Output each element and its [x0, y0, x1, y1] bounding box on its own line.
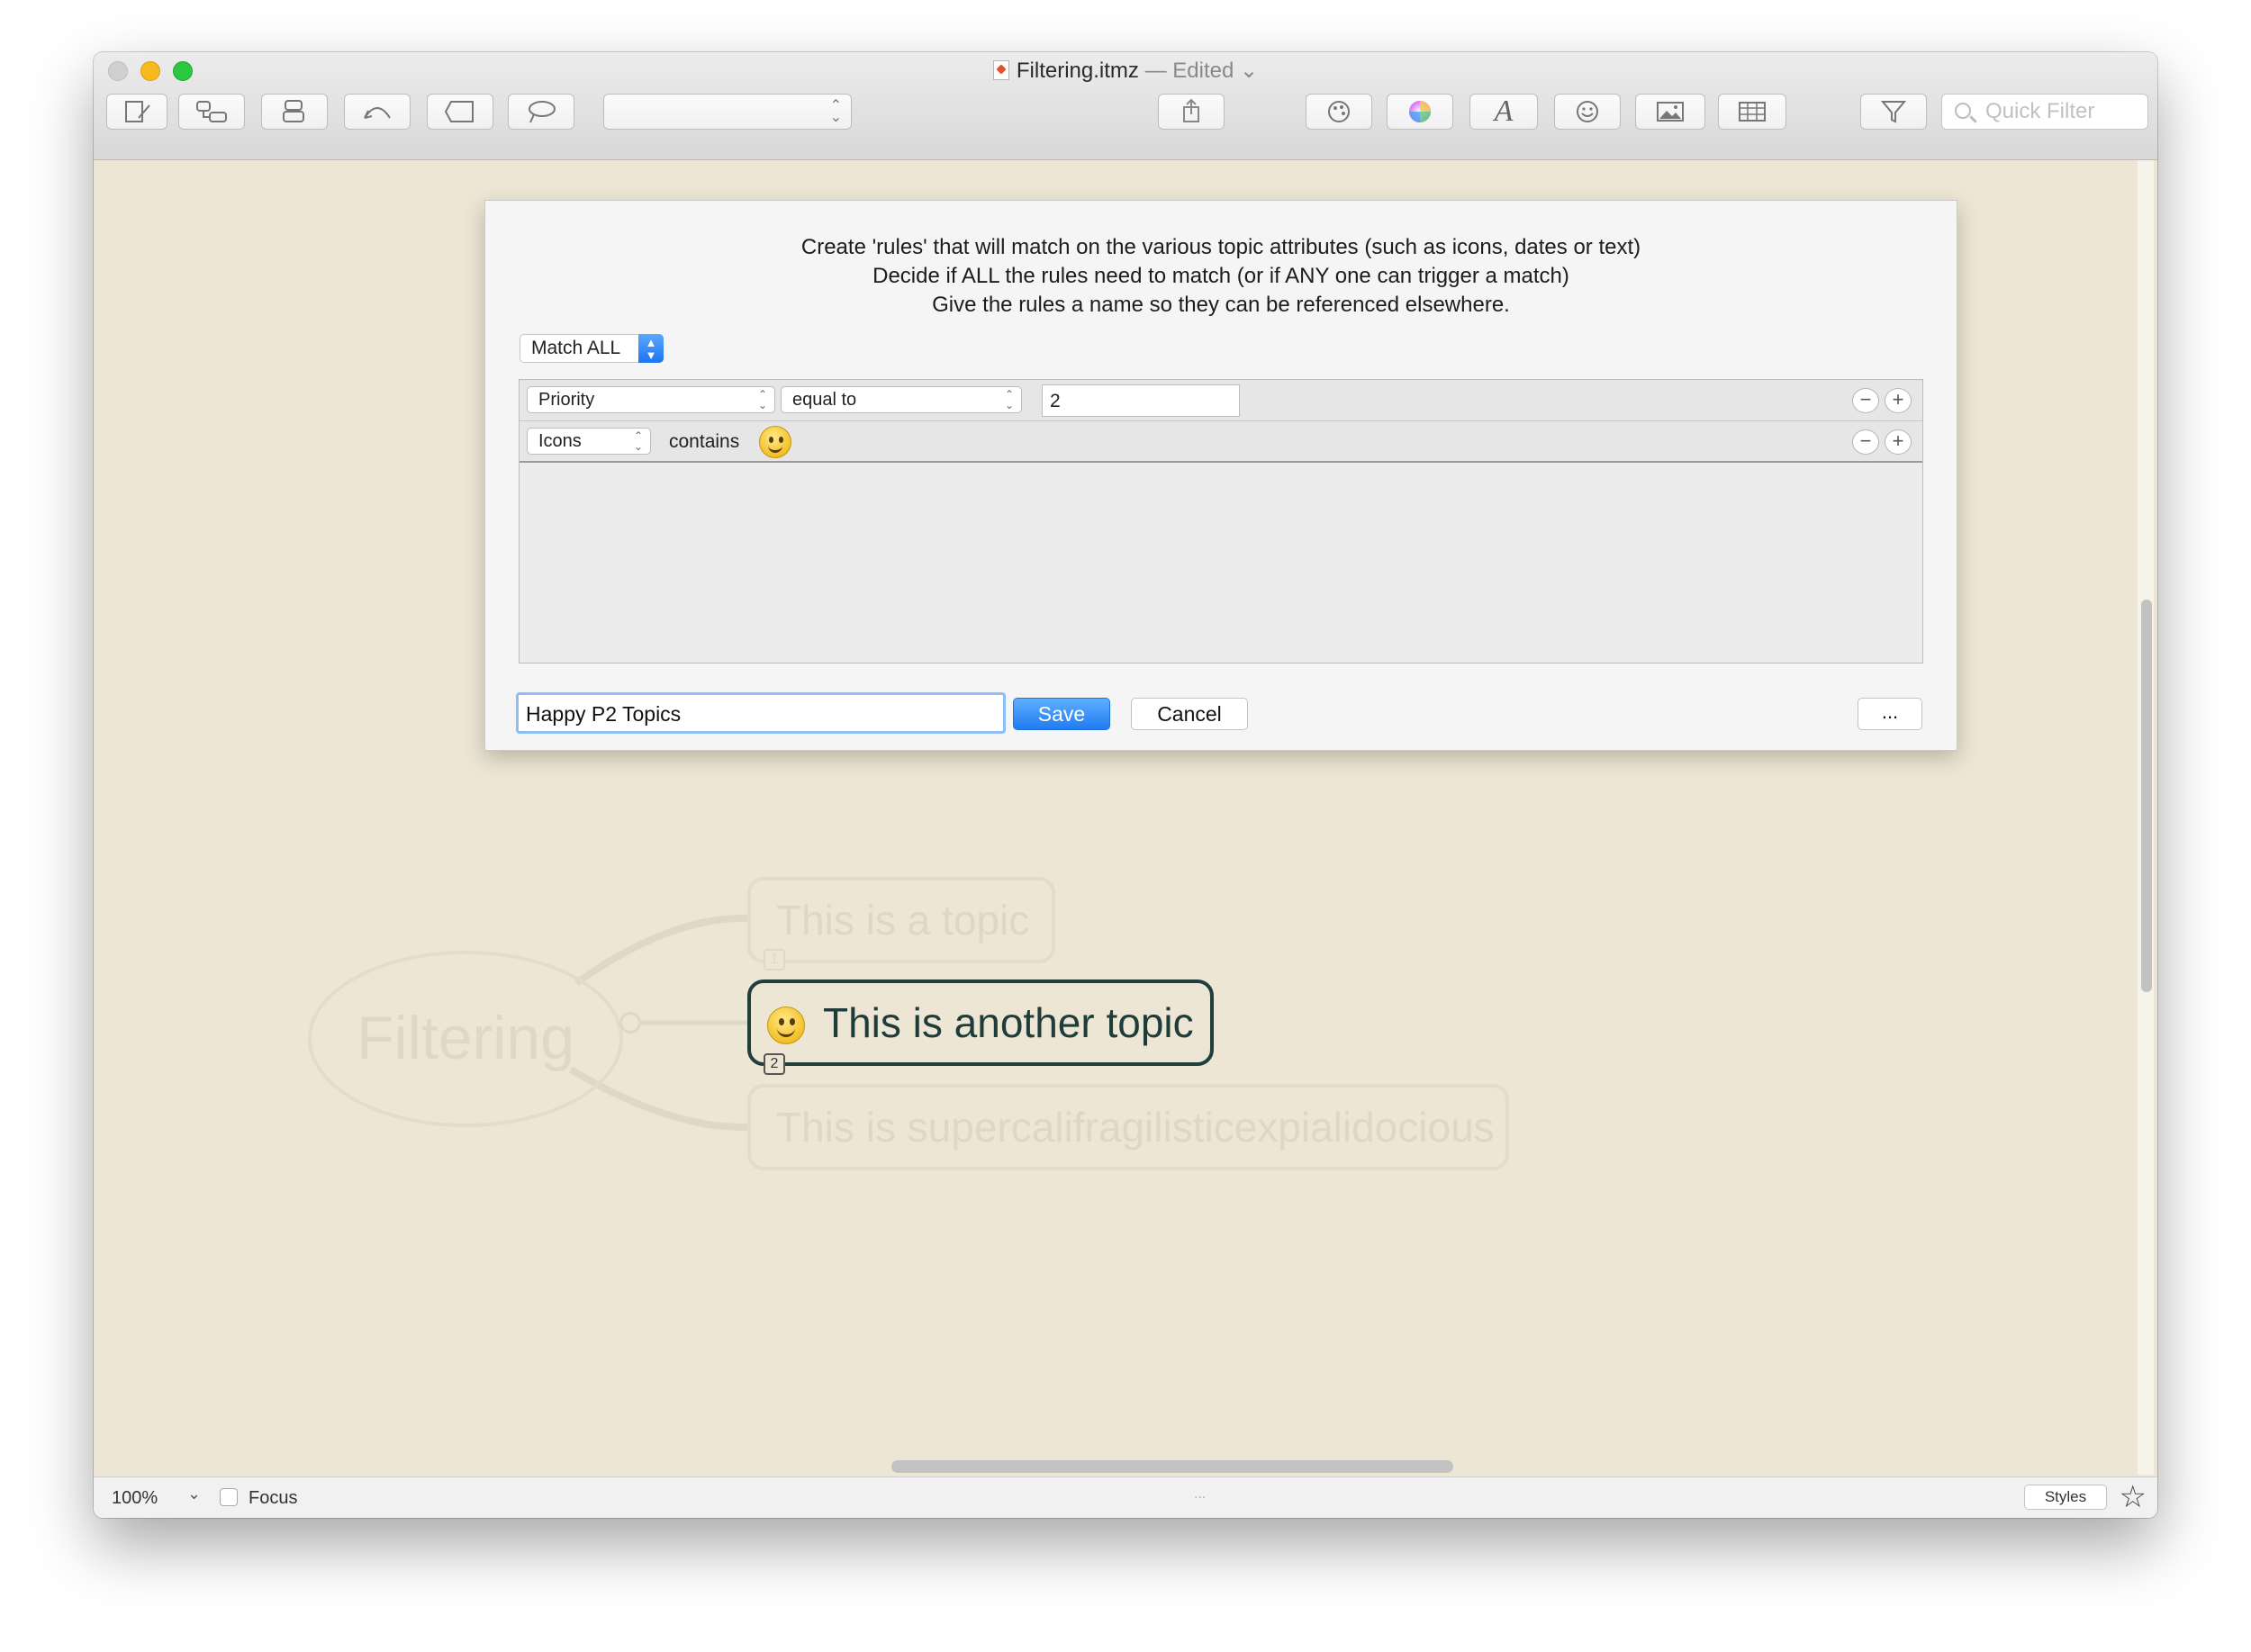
- stepper-arrows-icon: ▲ ▼: [638, 334, 664, 363]
- stepper-arrows-icon: ⌃ ⌄: [1004, 388, 1014, 411]
- topic-selected[interactable]: This is another topic: [747, 979, 1214, 1066]
- scroll-thumb[interactable]: [891, 1460, 1453, 1473]
- stepper-arrows-icon: ⌃ ⌄: [757, 388, 767, 411]
- filter-rules-sheet: Create 'rules' that will match on the va…: [484, 200, 1957, 751]
- topic[interactable]: This is supercalifragilisticexpialidocio…: [747, 1084, 1509, 1170]
- collapse-toggle[interactable]: [619, 1012, 641, 1034]
- status-bar: 100% ⌄ Focus ... Styles ☆: [94, 1476, 2157, 1518]
- rule-row: Icons ⌃ ⌄ contains − +: [520, 421, 1922, 463]
- attribute-select[interactable]: Icons ⌃ ⌄: [527, 428, 651, 455]
- vertical-scrollbar[interactable]: [2138, 160, 2154, 1475]
- rule-name-input[interactable]: Happy P2 Topics: [516, 692, 1006, 734]
- cancel-button[interactable]: Cancel: [1131, 698, 1248, 730]
- rule-value-input[interactable]: 2: [1042, 384, 1240, 417]
- rule-row: Priority ⌃ ⌄ equal to ⌃ ⌄ 2 − +: [520, 380, 1922, 421]
- remove-rule-button[interactable]: −: [1852, 388, 1879, 413]
- chevron-down-icon[interactable]: ⌄: [187, 1485, 201, 1503]
- attribute-select[interactable]: Priority ⌃ ⌄: [527, 386, 775, 413]
- description: Create 'rules' that will match on the va…: [800, 235, 1641, 317]
- rules-list: Priority ⌃ ⌄ equal to ⌃ ⌄ 2 − + Icons ⌃ ⌄ c…: [519, 379, 1923, 664]
- smiley-icon[interactable]: [759, 426, 791, 458]
- zoom-level[interactable]: 100%: [112, 1488, 158, 1509]
- resize-handle[interactable]: ...: [1194, 1486, 1206, 1503]
- focus-label: Focus: [249, 1488, 298, 1508]
- smiley-icon: [767, 1007, 805, 1044]
- styles-button[interactable]: Styles: [2024, 1485, 2107, 1510]
- save-button[interactable]: Save: [1013, 698, 1110, 730]
- more-options-button[interactable]: ...: [1858, 698, 1922, 730]
- stepper-arrows-icon: ⌃ ⌄: [633, 429, 643, 453]
- operator-select[interactable]: equal to ⌃ ⌄: [781, 386, 1022, 413]
- operator-label: contains: [669, 431, 740, 452]
- scroll-thumb[interactable]: [2141, 600, 2152, 992]
- topic[interactable]: This is a topic: [747, 877, 1055, 963]
- root-topic[interactable]: Filtering: [308, 951, 623, 1127]
- add-rule-button[interactable]: +: [1885, 388, 1912, 413]
- match-mode-select[interactable]: Match ALL ▲ ▼: [520, 334, 664, 363]
- remove-rule-button[interactable]: −: [1852, 429, 1879, 455]
- app-window: Filtering.itmz — Edited ⌄ ⌃ ⌄ A Quick Fi…: [94, 52, 2157, 1518]
- priority-badge: 2: [764, 1053, 785, 1075]
- star-icon[interactable]: ☆: [2120, 1479, 2147, 1515]
- priority-badge: 1: [764, 949, 785, 970]
- focus-checkbox[interactable]: [220, 1488, 238, 1506]
- add-rule-button[interactable]: +: [1885, 429, 1912, 455]
